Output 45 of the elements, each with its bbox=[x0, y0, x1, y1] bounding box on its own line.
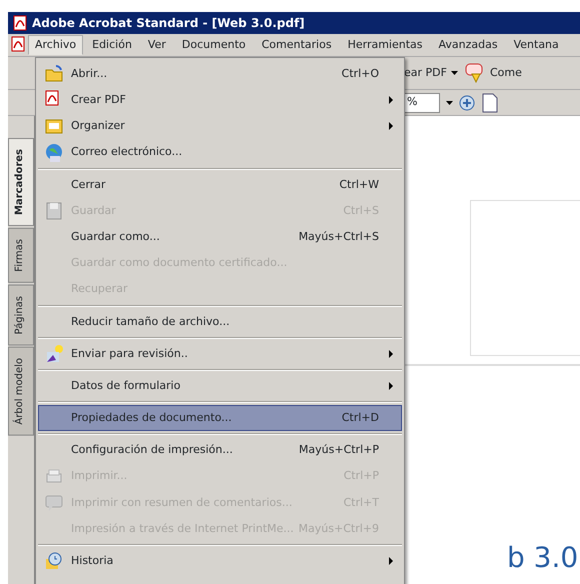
menu-item[interactable]: Configuración de impresión... Mayús+Ctrl+P bbox=[38, 437, 402, 464]
submenu-arrow-icon bbox=[389, 96, 393, 104]
submenu-arrow-icon bbox=[389, 382, 393, 390]
submenu-arrow-icon bbox=[389, 557, 393, 566]
side-tab[interactable]: Firmas bbox=[8, 228, 34, 283]
caret-icon[interactable] bbox=[446, 100, 453, 104]
review-icon bbox=[44, 344, 64, 364]
comment-button[interactable]: Come bbox=[464, 62, 522, 84]
speech-bubble-icon bbox=[44, 492, 64, 513]
page-icon[interactable] bbox=[481, 92, 499, 112]
document-icon[interactable] bbox=[10, 36, 26, 54]
clock-icon bbox=[44, 551, 64, 572]
caret-icon bbox=[450, 71, 458, 75]
menu-item[interactable]: Historia bbox=[38, 548, 402, 574]
heading-text: b 3.0 bbox=[507, 544, 578, 572]
side-tab[interactable]: Árbol modelo bbox=[8, 347, 34, 436]
menu-item[interactable]: Organizer bbox=[38, 113, 402, 140]
zoom-in-icon[interactable] bbox=[459, 94, 475, 110]
menu-item[interactable]: Comentarios bbox=[254, 34, 339, 56]
menu-item[interactable]: Avanzadas bbox=[432, 34, 505, 56]
menu-item[interactable]: Edición bbox=[85, 34, 139, 56]
folder-icon bbox=[44, 64, 64, 84]
menu-item[interactable]: Datos de formulario bbox=[38, 373, 402, 400]
menu-item[interactable]: Ver bbox=[140, 34, 173, 56]
menu-item[interactable]: Propiedades de documento... Ctrl+D bbox=[38, 405, 402, 432]
menu-item[interactable]: Correo electrónico... bbox=[38, 140, 402, 166]
menu-item[interactable]: Ventana bbox=[506, 34, 566, 56]
submenu-arrow-icon bbox=[389, 350, 393, 358]
menu-item[interactable]: Documento bbox=[174, 34, 253, 56]
globe-icon bbox=[44, 142, 64, 163]
menu-item[interactable]: Reducir tamaño de archivo... bbox=[38, 308, 402, 335]
menu-item[interactable]: Cerrar Ctrl+W bbox=[38, 172, 402, 198]
menu-item[interactable]: Herramientas bbox=[340, 34, 430, 56]
side-tab[interactable]: Páginas bbox=[8, 284, 34, 346]
create-pdf-button[interactable]: ear PDF bbox=[404, 64, 458, 82]
window-title: Adobe Acrobat Standard - [Web 3.0.pdf] bbox=[32, 15, 305, 32]
menu-item[interactable]: Crear PDF bbox=[38, 87, 402, 114]
menu-item[interactable]: Enviar para revisión.. bbox=[38, 340, 402, 368]
submenu-arrow-icon bbox=[389, 122, 393, 130]
side-tab[interactable]: Marcadores bbox=[8, 138, 34, 226]
zoom-field[interactable]: % bbox=[404, 92, 440, 112]
menu-item[interactable]: Guardar como... Mayús+Ctrl+S bbox=[38, 224, 402, 250]
menu-item[interactable]: Abrir... Ctrl+O bbox=[38, 61, 402, 88]
menu-item[interactable]: Archivo bbox=[28, 34, 84, 56]
acrobat-logo-icon bbox=[12, 15, 28, 31]
